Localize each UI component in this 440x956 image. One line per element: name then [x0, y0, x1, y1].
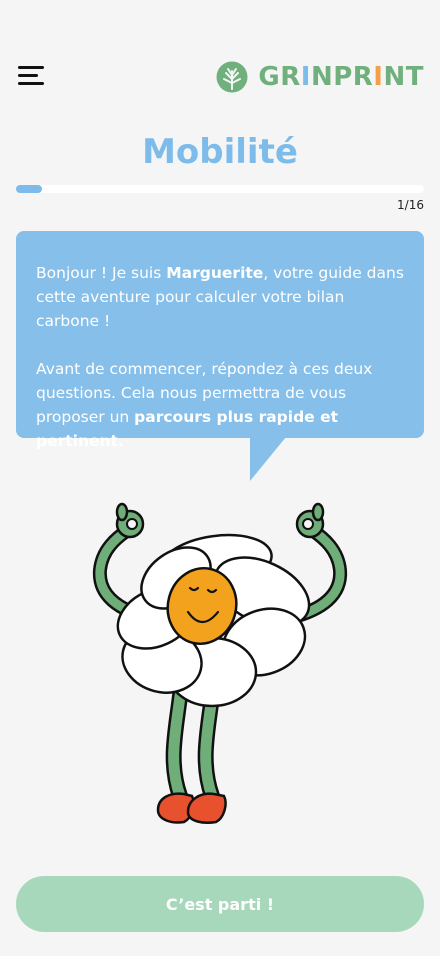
logo-letter: P: [333, 62, 353, 92]
logo-letter: N: [310, 62, 334, 92]
header: GRINPRINT: [0, 0, 440, 110]
hamburger-menu-icon[interactable]: [18, 64, 46, 88]
start-button[interactable]: C’est parti !: [16, 876, 424, 932]
tree-icon: [216, 61, 248, 93]
logo-letter: R: [280, 62, 301, 92]
page-title: Mobilité: [142, 132, 298, 172]
progress-fill: [16, 185, 42, 193]
bubble-paragraph-2: Avant de commencer, répondez à ces deux …: [36, 357, 406, 453]
logo-letter: I: [300, 62, 311, 92]
speech-bubble-tail: [250, 437, 286, 481]
logo-letter: G: [258, 62, 281, 92]
speech-bubble: Bonjour ! Je suis Marguerite, votre guid…: [16, 231, 424, 450]
logo-letter: T: [405, 62, 424, 92]
logo-letter: I: [373, 62, 384, 92]
progress-count: 1/16: [397, 198, 424, 212]
daisy-mascot-icon: [92, 502, 348, 824]
logo[interactable]: GRINPRINT: [216, 60, 424, 94]
guide-name: Marguerite: [166, 264, 264, 282]
bubble-paragraph-1: Bonjour ! Je suis Marguerite, votre guid…: [36, 261, 406, 333]
bubble-text: Bonjour ! Je suis: [36, 264, 167, 282]
progress-bar: [16, 185, 424, 193]
logo-letter: R: [352, 62, 374, 92]
logo-text: GRINPRINT: [258, 62, 424, 92]
logo-letter: N: [383, 62, 406, 92]
